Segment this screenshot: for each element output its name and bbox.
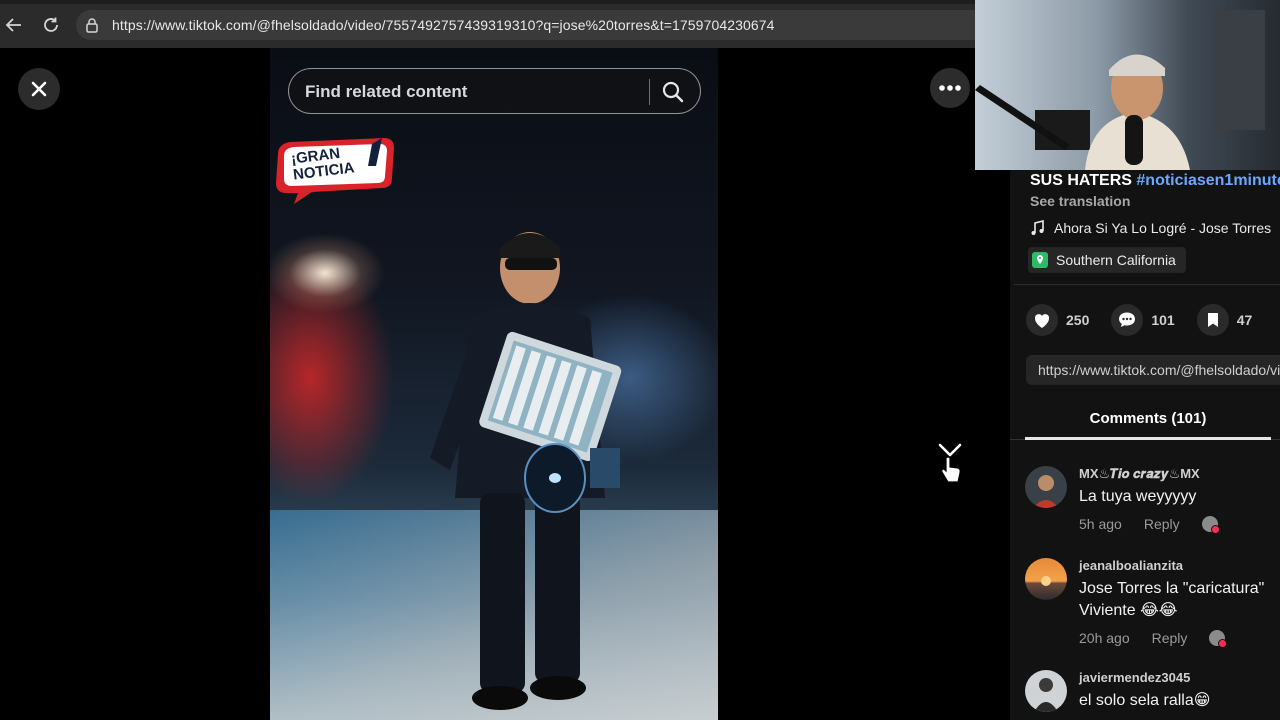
- location-name: Southern California: [1056, 252, 1176, 268]
- comment-text: el solo sela ralla😁: [1079, 692, 1211, 709]
- streamer-image: [975, 0, 1280, 170]
- video-link-text: https://www.tiktok.com/@fhelsoldado/vide…: [1038, 362, 1280, 378]
- comment-count: 101: [1151, 312, 1175, 328]
- avatar[interactable]: [1025, 670, 1067, 712]
- comment-item: MX♨𝑻𝒊𝒐 𝒄𝒓𝒂𝒛𝒚♨MX La tuya weyyyyy 5h ago R…: [1025, 466, 1280, 536]
- music-title: Ahora Si Ya Lo Logré - Jose Torres: [1054, 220, 1272, 236]
- back-arrow-icon[interactable]: [3, 14, 25, 36]
- comment-meta: 5h ago Reply: [1079, 516, 1220, 534]
- tab-active-indicator: [1025, 437, 1271, 440]
- comment-button[interactable]: 101: [1111, 304, 1175, 336]
- video-viewer: Find related content ¡GRAN NOTICIA: [0, 48, 1010, 720]
- comment-meta: 20h ago Reply: [1079, 630, 1228, 648]
- webcam-overlay: [975, 0, 1280, 170]
- comment-time: 20h ago: [1079, 630, 1130, 646]
- comment-text: Jose Torres la "caricatura" Viviente 😂😂: [1079, 578, 1264, 622]
- tab-comments[interactable]: Comments (101): [1025, 410, 1271, 427]
- search-placeholder: Find related content: [305, 82, 468, 101]
- video-caption: SUS HATERS #noticiasen1minuto: [1030, 172, 1280, 190]
- related-search-bar[interactable]: Find related content: [288, 68, 701, 114]
- comment-item: javiermendez3045 el solo sela ralla😁: [1025, 670, 1280, 720]
- cursor-icon: [941, 456, 961, 483]
- reload-icon[interactable]: [40, 14, 62, 36]
- comment-time: 5h ago: [1079, 516, 1122, 532]
- url-text: https://www.tiktok.com/@fhelsoldado/vide…: [112, 17, 775, 33]
- music-link[interactable]: Ahora Si Ya Lo Logré - Jose Torres: [1030, 220, 1271, 236]
- hashtag-link[interactable]: #noticiasen1minuto: [1136, 172, 1280, 189]
- heart-icon: [1026, 304, 1058, 336]
- creator-liked-avatar: [1201, 516, 1220, 534]
- location-pin-icon: [1032, 252, 1048, 268]
- avatar[interactable]: [1025, 466, 1067, 508]
- video-player[interactable]: Find related content ¡GRAN NOTICIA: [270, 48, 718, 720]
- reply-button[interactable]: Reply: [1144, 516, 1180, 532]
- avatar[interactable]: [1025, 558, 1067, 600]
- music-note-icon: [1031, 220, 1044, 235]
- bookmark-button[interactable]: 47: [1196, 304, 1253, 336]
- bookmark-count: 47: [1236, 312, 1253, 328]
- bookmark-icon: [1196, 304, 1229, 336]
- close-icon: [31, 81, 47, 97]
- comment-username[interactable]: MX♨𝑻𝒊𝒐 𝒄𝒓𝒂𝒛𝒚♨MX: [1079, 466, 1200, 482]
- search-divider: [649, 79, 650, 105]
- lock-icon[interactable]: [84, 17, 100, 38]
- location-chip[interactable]: Southern California: [1028, 247, 1186, 273]
- address-bar[interactable]: https://www.tiktok.com/@fhelsoldado/vide…: [76, 10, 996, 40]
- details-panel: SUS HATERS #noticiasen1minuto See transl…: [1010, 170, 1280, 720]
- comment-text: La tuya weyyyyy: [1079, 488, 1197, 505]
- comment-username[interactable]: javiermendez3045: [1079, 670, 1190, 685]
- copy-link-field[interactable]: https://www.tiktok.com/@fhelsoldado/vide…: [1026, 355, 1280, 385]
- comment-icon: [1111, 304, 1144, 336]
- more-icon: [939, 85, 961, 91]
- creator-liked-avatar: [1209, 630, 1228, 648]
- like-count: 250: [1066, 312, 1090, 328]
- comment-text-line-1: Jose Torres la "caricatura": [1079, 580, 1265, 597]
- comment-text-line-2: Viviente 😂😂: [1079, 602, 1178, 619]
- action-bar: 250 101 47: [1026, 304, 1252, 336]
- caption-text: SUS HATERS: [1030, 172, 1137, 189]
- divider: [1014, 284, 1280, 285]
- like-button[interactable]: 250: [1026, 304, 1089, 336]
- reply-button[interactable]: Reply: [1152, 630, 1188, 646]
- close-button[interactable]: [18, 68, 60, 110]
- search-icon[interactable]: [661, 80, 685, 109]
- drum-kit: [524, 443, 620, 513]
- comment-username[interactable]: jeanalboalianzita: [1079, 558, 1183, 573]
- more-options-button[interactable]: [930, 68, 970, 108]
- comment-item: jeanalboalianzita Jose Torres la "carica…: [1025, 558, 1280, 648]
- see-translation-link[interactable]: See translation: [1030, 193, 1130, 209]
